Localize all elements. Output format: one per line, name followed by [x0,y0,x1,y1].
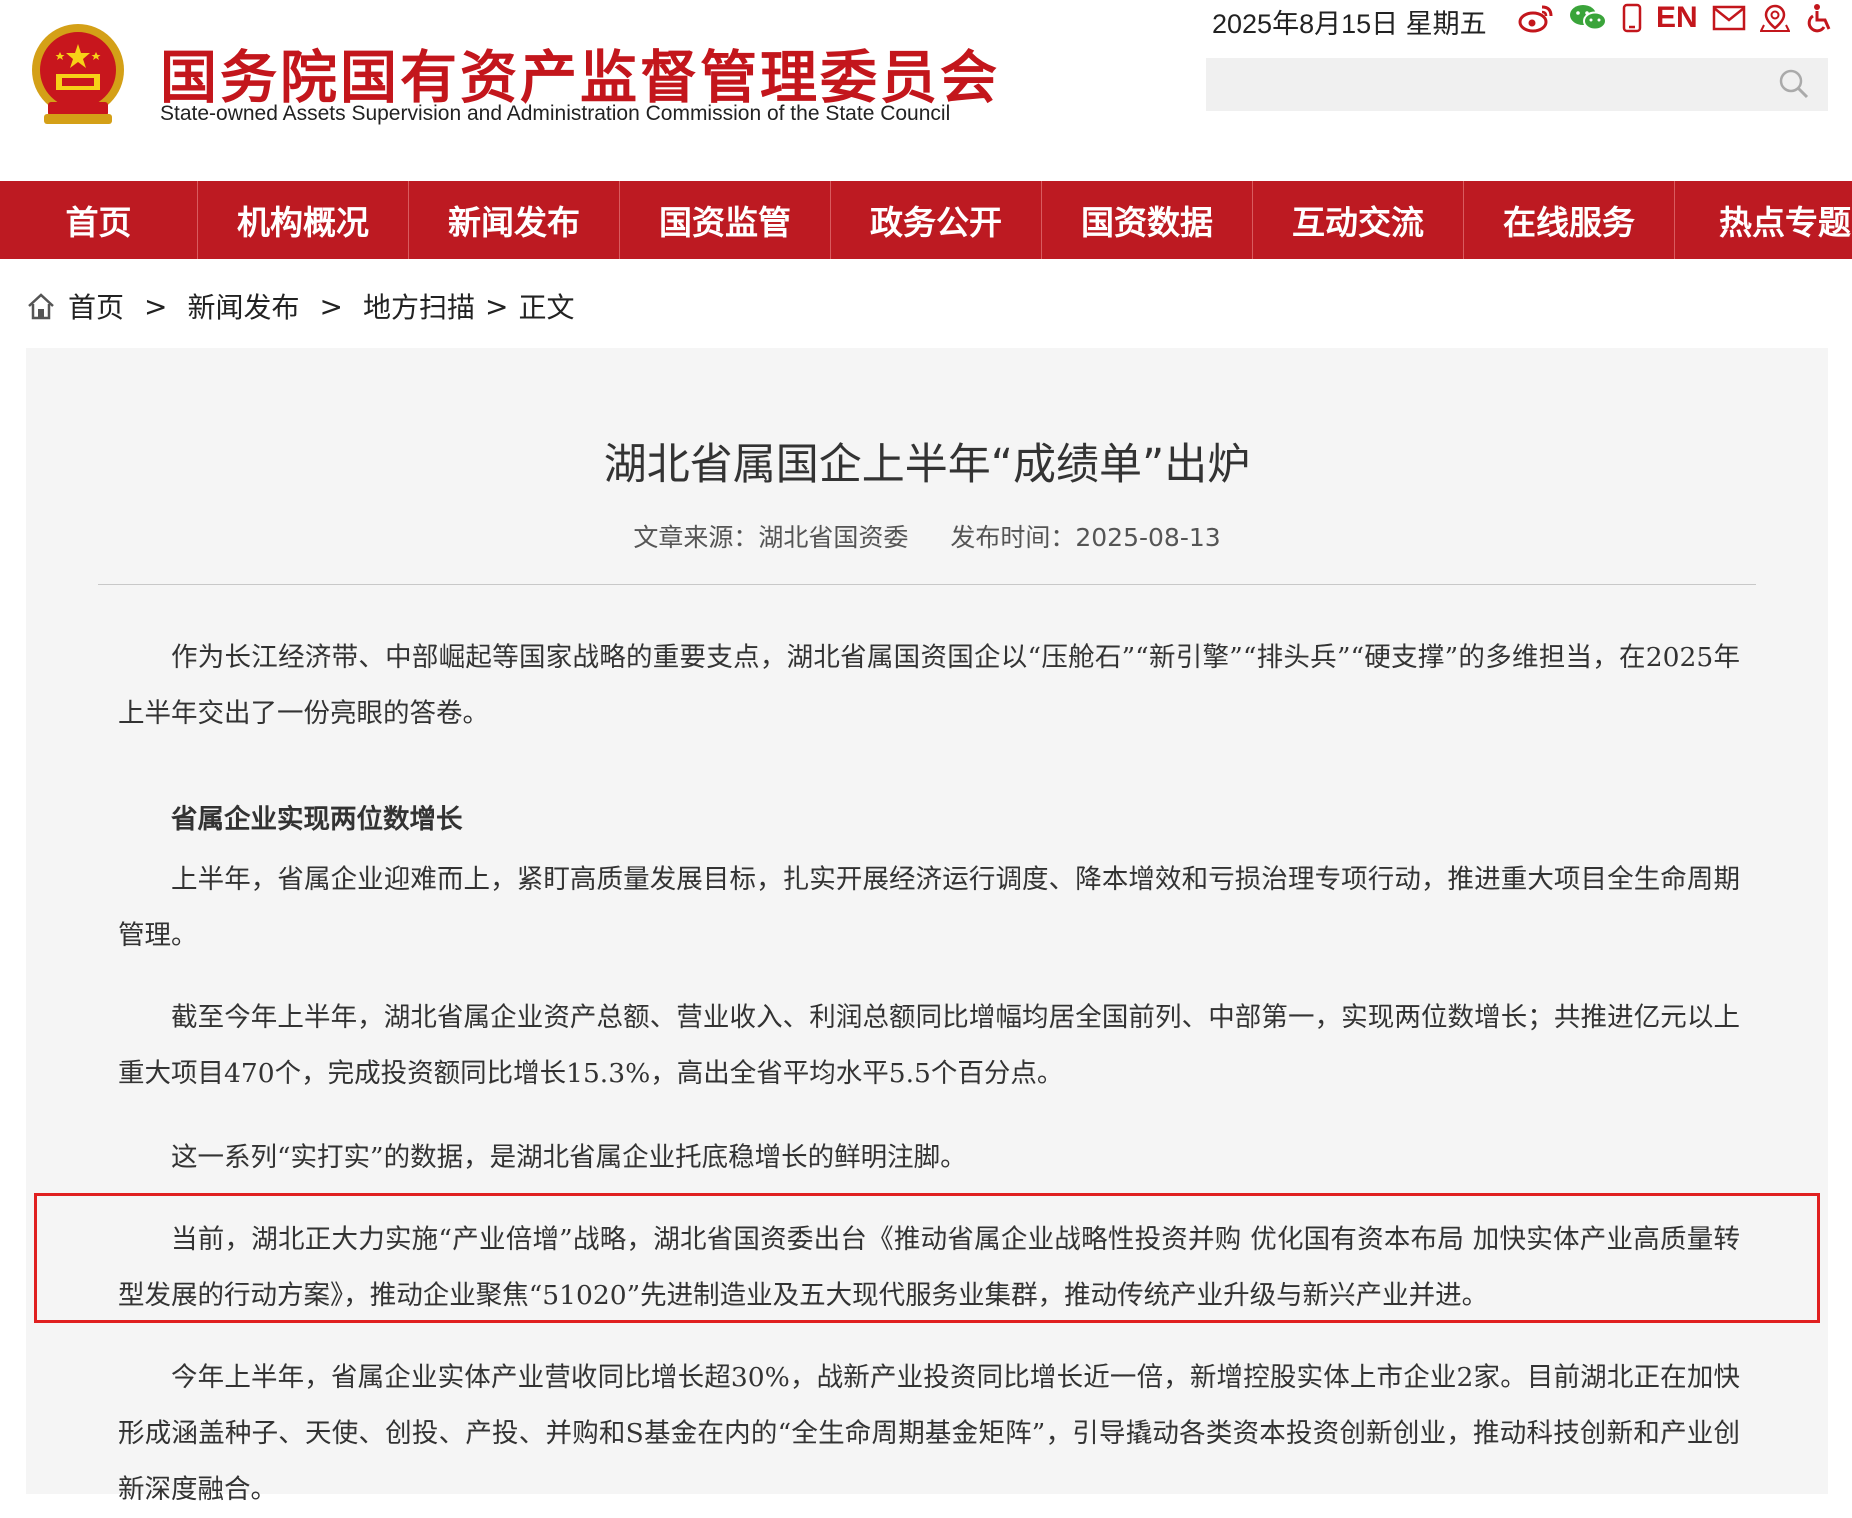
breadcrumb-news[interactable]: 新闻发布 [187,286,299,326]
breadcrumb-separator: > [319,289,343,323]
article-paragraph-highlighted: 当前，湖北正大力实施“产业倍增”战略，湖北省国资委出台《推动省属企业战略性投资并… [118,1224,1740,1311]
site-subtitle: State-owned Assets Supervision and Admin… [160,102,951,125]
nav-item-interaction[interactable]: 互动交流 [1253,181,1464,259]
article-publish-time: 发布时间：2025-08-13 [950,523,1221,552]
current-date: 2025年8月15日 星期五 [1212,9,1487,39]
article-paragraph: 上半年，省属企业迎难而上，紧盯高质量发展目标，扎实开展经济运行调度、降本增效和亏… [118,864,1740,951]
article-paragraph: 作为长江经济带、中部崛起等国家战略的重要支点，湖北省属国资国企以“压舱石”“新引… [118,642,1740,729]
wechat-icon[interactable] [1568,1,1608,35]
weibo-icon[interactable] [1518,1,1554,35]
mail-icon[interactable] [1712,1,1746,35]
article-subheading: 省属企业实现两位数增长 [171,804,463,835]
article-paragraph: 截至今年上半年，湖北省属企业资产总额、营业收入、利润总额同比增幅均居全国前列、中… [118,1002,1740,1089]
location-icon[interactable] [1759,1,1790,35]
article-paragraph: 今年上半年，省属企业实体产业营收同比增长超30%，战新产业投资同比增长近一倍，新… [118,1362,1740,1505]
nav-item-supervision[interactable]: 国资监管 [620,181,831,259]
mobile-icon[interactable] [1622,1,1642,35]
article-source: 文章来源：湖北省国资委 [633,523,909,552]
breadcrumb: 首页 > 新闻发布 > 地方扫描 > 正文 [26,284,574,328]
breadcrumb-current: 正文 [518,291,575,324]
site-header: 国务院国有资产监督管理委员会 State-owned Assets Superv… [0,0,1852,181]
search-icon[interactable] [1776,66,1812,102]
header-icon-bar: EN [1518,0,1836,36]
breadcrumb-local-scan[interactable]: 地方扫描 [363,286,475,326]
article-title: 湖北省属国企上半年“成绩单”出炉 [603,440,1251,490]
english-link[interactable]: EN [1656,1,1698,35]
nav-item-online-service[interactable]: 在线服务 [1464,181,1675,259]
nav-item-news[interactable]: 新闻发布 [409,181,620,259]
main-nav: 首页 机构概况 新闻发布 国资监管 政务公开 国资数据 互动交流 在线服务 热点… [0,181,1852,259]
national-emblem-icon[interactable] [26,22,130,130]
nav-item-organization[interactable]: 机构概况 [198,181,409,259]
home-icon [28,293,54,320]
article-paragraph: 这一系列“实打实”的数据，是湖北省属企业托底稳增长的鲜明注脚。 [171,1142,967,1173]
nav-item-home[interactable]: 首页 [0,181,198,259]
breadcrumb-separator: > [144,289,168,323]
accessibility-icon[interactable] [1804,1,1836,35]
nav-item-hot-topics[interactable]: 热点专题 [1675,181,1852,259]
breadcrumb-separator: > [484,289,509,323]
nav-item-government-affairs[interactable]: 政务公开 [831,181,1042,259]
breadcrumb-home[interactable]: 首页 [68,286,124,326]
search-input[interactable] [1206,58,1828,111]
nav-item-data[interactable]: 国资数据 [1042,181,1253,259]
article-meta: 文章来源：湖北省国资委 发布时间：2025-08-13 [26,518,1828,554]
article-container: 湖北省属国企上半年“成绩单”出炉 文章来源：湖北省国资委 发布时间：2025-08… [26,348,1828,1505]
title-divider [98,584,1756,585]
